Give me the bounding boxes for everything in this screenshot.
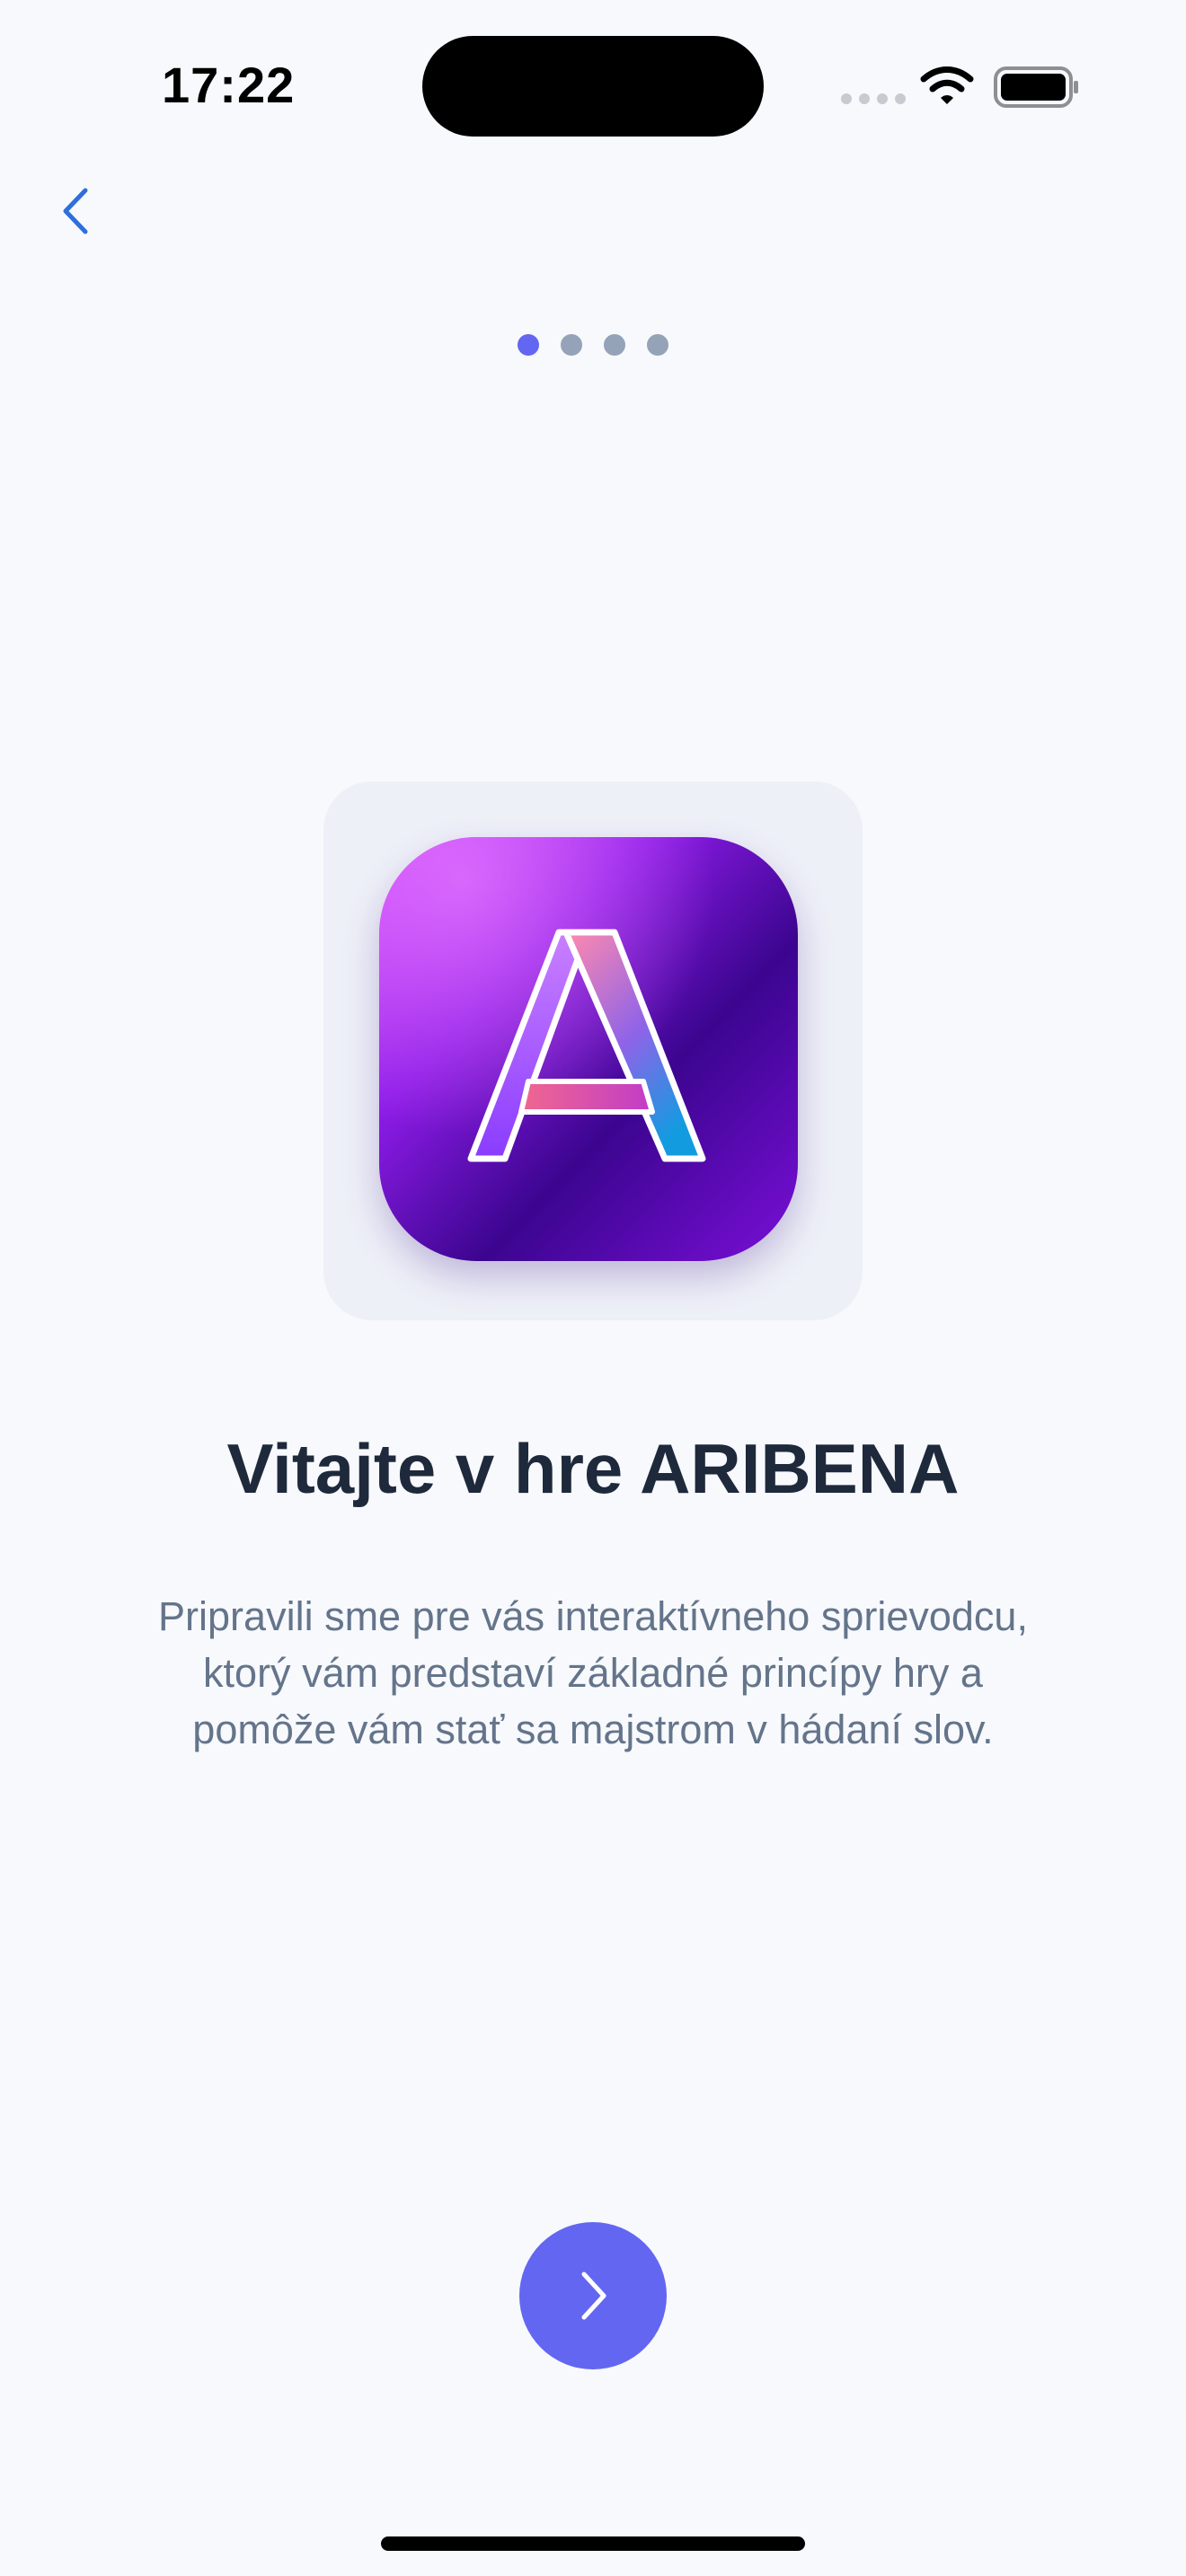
page-dot-1[interactable] [518,334,539,356]
welcome-description: Pripravili sme pre vás interaktívneho sp… [158,1593,1028,1752]
welcome-title: Vitajte v hre ARIBENA [226,1429,960,1508]
wifi-icon [920,66,974,104]
page-dot-3[interactable] [604,334,625,356]
logo-card [323,781,863,1320]
page-indicator [0,334,1186,356]
cellular-signal-icon [841,93,906,104]
status-time: 17:22 [162,57,296,113]
back-button[interactable] [45,180,108,243]
home-indicator[interactable] [381,2536,805,2551]
battery-icon [994,66,1078,108]
page-dot-2[interactable] [561,334,582,356]
chevron-right-icon [581,2272,606,2320]
page-dot-4[interactable] [647,334,668,356]
chevron-left-icon [63,188,88,234]
next-button[interactable] [519,2222,667,2369]
app-logo-a-icon [379,837,798,1261]
dynamic-island [422,36,764,137]
